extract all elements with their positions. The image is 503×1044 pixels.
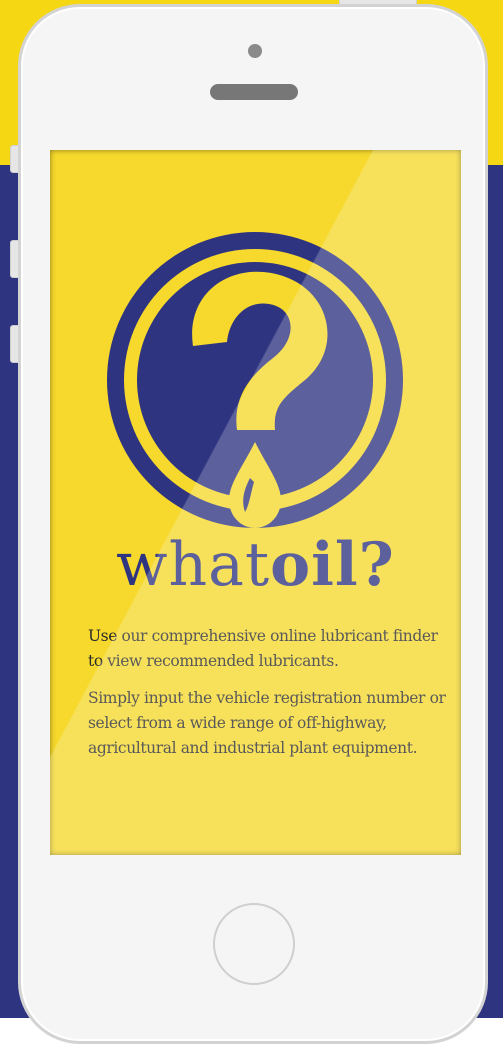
wordmark-what: what: [116, 530, 271, 600]
speaker-icon: [210, 84, 298, 100]
description-paragraph-1: Use our comprehensive online lubricant f…: [88, 627, 438, 670]
wordmark-oil: oil?: [270, 530, 395, 600]
app-wordmark: whatoil?: [50, 530, 461, 600]
question-mark-oil-drop-icon: [107, 232, 403, 528]
description-paragraph-2: Simply input the vehicle registration nu…: [88, 689, 446, 757]
description: Use our comprehensive online lubricant f…: [88, 624, 448, 773]
phone-screen: whatoil? Use our comprehensive online lu…: [50, 150, 461, 855]
front-camera-icon: [248, 44, 262, 58]
home-button[interactable]: [213, 903, 295, 985]
